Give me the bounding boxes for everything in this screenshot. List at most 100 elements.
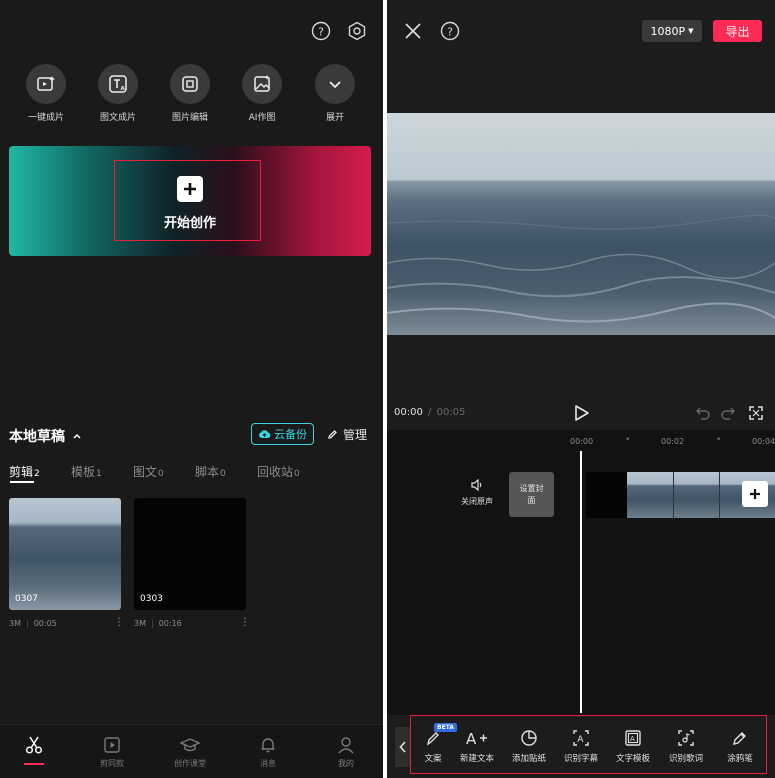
tab-script[interactable]: 脚本0 — [195, 463, 226, 480]
close-icon[interactable] — [404, 22, 422, 44]
draft-size: 3M — [134, 619, 146, 628]
draft-duration: 00:05 — [33, 619, 57, 628]
clip-frame-divider — [673, 472, 674, 518]
tab-count: 0 — [220, 469, 226, 479]
more-options-icon[interactable]: ⋮ — [240, 617, 250, 628]
time-separator: / — [428, 407, 432, 418]
tab-label: 回收站 — [257, 465, 294, 479]
tool-label: 展开 — [325, 113, 344, 123]
tab-count: 2 — [34, 469, 40, 479]
user-icon — [321, 735, 371, 755]
draft-name: 0303 — [140, 594, 163, 604]
manage-button[interactable]: 管理 — [327, 426, 367, 443]
video-preview[interactable] — [387, 113, 775, 335]
bell-icon — [243, 735, 293, 755]
ruler-dot: • — [625, 435, 631, 445]
ruler-dot: • — [716, 435, 722, 445]
image-edit-icon — [170, 64, 210, 104]
tool-expand[interactable]: 展开 — [313, 64, 357, 123]
current-time: 00:00 — [394, 407, 423, 418]
svg-text:?: ? — [447, 26, 453, 39]
ai-image-icon — [242, 64, 282, 104]
plus-icon — [749, 488, 761, 500]
resolution-select[interactable]: 1080P ▼ — [642, 20, 702, 42]
help-icon[interactable]: ? — [440, 21, 460, 41]
home-screen: ? 一键成片 AI 图文成片 图片编辑 AI作图 展开 开始创作 本地草稿 云备… — [0, 0, 383, 778]
tab-label: 剪辑 — [9, 465, 34, 479]
editor-screen: ? 1080P ▼ 导出 00:00 / 00:05 00:00 • 00:02… — [387, 0, 775, 778]
play-icon[interactable] — [574, 404, 590, 426]
tab-count: 0 — [158, 469, 164, 479]
draft-thumbnail[interactable]: 0307 — [9, 498, 121, 610]
svg-text:?: ? — [318, 26, 324, 39]
tab-recycle-bin[interactable]: 回收站0 — [257, 463, 300, 480]
template-play-icon — [87, 735, 137, 755]
export-label: 导出 — [725, 24, 750, 39]
help-icon[interactable]: ? — [311, 21, 331, 41]
tool-label: 图片编辑 — [171, 113, 208, 123]
tab-edit[interactable]: 剪辑2 — [9, 463, 40, 480]
redo-icon[interactable] — [720, 405, 736, 425]
active-nav-indicator — [24, 763, 44, 765]
tool-ai-image[interactable]: AI作图 — [240, 64, 284, 123]
tool-image-edit[interactable]: 图片编辑 — [168, 64, 212, 123]
tool-text-to-video[interactable]: AI 图文成片 — [96, 64, 140, 123]
nav-profile[interactable]: 我的 — [321, 735, 371, 769]
pencil-icon — [327, 429, 338, 440]
ruler-tick: 00:02 — [661, 437, 685, 446]
mute-label: 关闭原声 — [461, 497, 493, 506]
highlight-box — [410, 715, 767, 774]
nav-edit[interactable] — [9, 735, 59, 765]
tab-template[interactable]: 模板1 — [71, 463, 102, 480]
caret-down-icon: ▼ — [688, 27, 694, 35]
draft-name: 0307 — [15, 594, 38, 604]
playhead[interactable] — [580, 451, 582, 713]
plus-icon — [177, 176, 203, 202]
tab-image-text[interactable]: 图文0 — [133, 463, 164, 480]
draft-meta: 3M | 00:16 — [134, 619, 182, 628]
settings-icon[interactable] — [347, 21, 367, 41]
tab-count: 0 — [294, 469, 300, 479]
tool-label: 一键成片 — [27, 113, 64, 123]
chevron-left-icon — [399, 741, 407, 753]
tool-label: 图文成片 — [99, 113, 136, 123]
set-cover-button[interactable]: 设置封面 — [509, 472, 554, 517]
chevron-down-icon — [315, 64, 355, 104]
nav-template[interactable]: 剪同款 — [87, 735, 137, 769]
set-cover-label: 设置封面 — [519, 484, 544, 505]
tool-label: AI作图 — [248, 113, 276, 123]
nav-academy[interactable]: 创作课堂 — [165, 735, 215, 769]
text-to-video-ai-icon: AI — [98, 64, 138, 104]
scissors-icon — [9, 735, 59, 755]
resolution-value: 1080P — [650, 24, 686, 38]
tab-label: 图文 — [133, 465, 158, 479]
ruler-tick: 00:00 — [570, 437, 594, 446]
draft-thumbnail[interactable]: 0303 — [134, 498, 246, 610]
time-display: 00:00 / 00:05 — [394, 407, 465, 418]
mute-original-sound[interactable]: 关闭原声 — [457, 478, 497, 507]
magic-clip-icon — [26, 64, 66, 104]
video-clip-dark[interactable] — [586, 472, 630, 518]
nav-label: 剪同款 — [100, 759, 124, 768]
nav-messages[interactable]: 消息 — [243, 735, 293, 769]
export-button[interactable]: 导出 — [713, 20, 762, 42]
fullscreen-icon[interactable] — [748, 405, 764, 425]
draft-size: 3M — [9, 619, 21, 628]
total-time: 00:05 — [436, 407, 466, 418]
cloud-backup-button[interactable]: 云备份 — [251, 423, 314, 445]
chevron-up-icon — [72, 429, 82, 445]
drafts-title-label: 本地草稿 — [9, 429, 65, 445]
undo-icon[interactable] — [695, 405, 711, 425]
more-options-icon[interactable]: ⋮ — [114, 617, 124, 628]
cloud-icon — [258, 429, 271, 439]
drafts-title[interactable]: 本地草稿 — [9, 426, 82, 446]
tab-label: 模板 — [71, 465, 96, 479]
cloud-backup-label: 云备份 — [274, 428, 307, 441]
nav-label: 消息 — [260, 759, 276, 768]
tab-label: 脚本 — [195, 465, 220, 479]
draft-meta: 3M | 00:05 — [9, 619, 57, 628]
tool-one-click-video[interactable]: 一键成片 — [24, 64, 68, 123]
add-clip-button[interactable] — [742, 481, 768, 507]
start-creating-label: 开始创作 — [163, 216, 216, 231]
active-tab-indicator — [10, 481, 34, 483]
